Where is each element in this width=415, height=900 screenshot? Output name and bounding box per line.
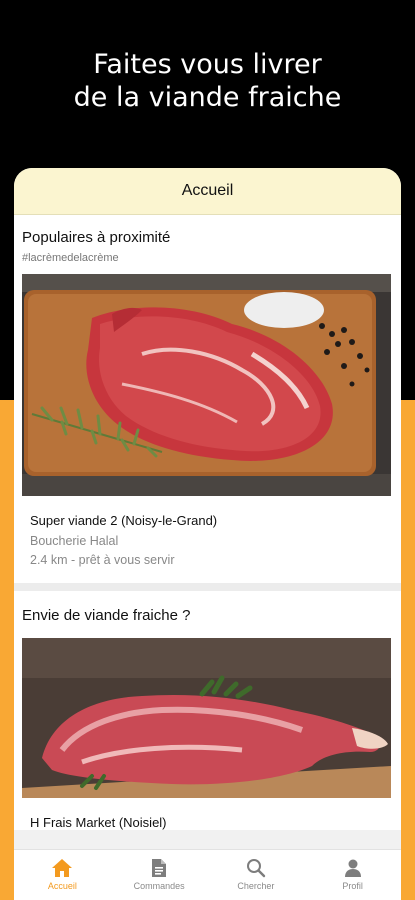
page-title: Accueil xyxy=(181,182,234,199)
fresh-section: Envie de viande fraiche ? H Frais Market… xyxy=(14,591,401,830)
lamb-leg-image xyxy=(22,638,391,798)
app-bar: Accueil xyxy=(14,168,401,215)
home-feed[interactable]: Populaires à proximité #lacrèmedelacrème xyxy=(14,215,401,850)
user-icon xyxy=(344,859,361,877)
steak-image xyxy=(22,274,391,496)
nav-home-label: Accueil xyxy=(47,881,77,891)
nav-search-label: Chercher xyxy=(237,881,275,891)
nav-search[interactable]: Chercher xyxy=(208,850,305,900)
fresh-title: Envie de viande fraiche ? xyxy=(22,607,191,624)
promo-line-2: de la viande fraiche xyxy=(73,82,342,113)
phone-screen: Accueil Populaires à proximité #lacrèmed… xyxy=(14,168,401,900)
promo-headline: Faites vous livrer de la viande fraiche xyxy=(0,48,415,114)
popular-title: Populaires à proximité xyxy=(22,229,171,246)
shop-name-2: H Frais Market (Noisiel) xyxy=(30,815,167,830)
nav-home[interactable]: Accueil xyxy=(14,850,111,900)
nav-orders-label: Commandes xyxy=(133,881,185,891)
popular-hashtag: #lacrèmedelacrème xyxy=(22,252,119,264)
shop-name: Super viande 2 (Noisy-le-Grand) xyxy=(30,513,218,528)
shop-distance: 2.4 km - prêt à vous servir xyxy=(30,553,175,567)
document-icon xyxy=(152,859,167,877)
nav-profile[interactable]: Profil xyxy=(304,850,401,900)
home-icon xyxy=(52,859,73,877)
shop-card-super-viande[interactable]: Super viande 2 (Noisy-le-Grand) Boucheri… xyxy=(14,264,401,567)
nav-profile-label: Profil xyxy=(342,881,363,891)
nav-orders[interactable]: Commandes xyxy=(111,850,208,900)
bottom-nav: Accueil Commandes Chercher Profil xyxy=(14,849,401,900)
search-icon xyxy=(246,859,266,878)
shop-card-h-frais[interactable]: H Frais Market (Noisiel) xyxy=(14,624,401,830)
section-divider xyxy=(14,583,401,591)
promo-line-1: Faites vous livrer xyxy=(93,49,322,80)
popular-section: Populaires à proximité #lacrèmedelacrème xyxy=(14,215,401,583)
shop-category: Boucherie Halal xyxy=(30,534,119,548)
